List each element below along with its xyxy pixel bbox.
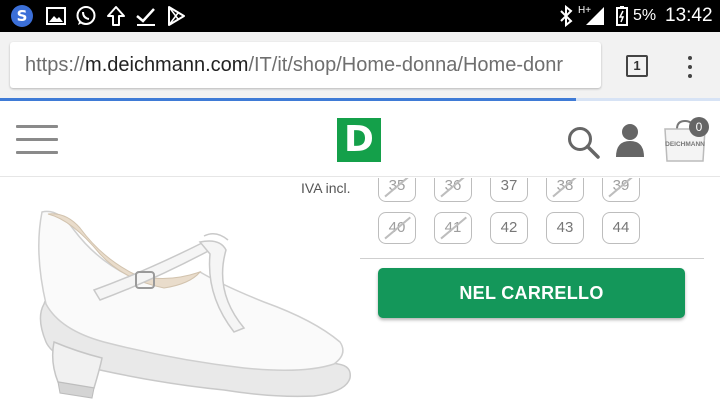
bluetooth-icon [560,4,573,28]
deichmann-logo[interactable]: D [337,118,381,162]
product-image[interactable] [14,192,359,404]
svg-text:S: S [17,7,28,25]
user-account-icon[interactable] [614,123,646,157]
product-detail: IVA incl. 35 36 37 38 39 40 41 42 43 44 NEL CARRE… [0,178,720,404]
check-icon [136,8,155,26]
size-option[interactable]: 40 [378,212,416,244]
url-host: m.deichmann.com [85,54,249,76]
play-store-icon [168,6,185,26]
size-option[interactable]: 36 [434,178,472,202]
whatsapp-icon [76,6,96,25]
size-option[interactable]: 43 [546,212,584,244]
search-icon[interactable] [565,124,601,160]
browser-toolbar: https://m.deichmann.com/IT/it/shop/Home-… [0,32,720,98]
battery-percent: 5% [633,7,657,24]
site-header: D DEICHMANN [0,101,720,177]
add-to-cart-button[interactable]: NEL CARRELLO [378,268,685,318]
clock: 13:42 [665,5,713,26]
size-option[interactable]: 44 [602,212,640,244]
size-option[interactable]: 39 [602,178,640,202]
size-option[interactable]: 35 [378,178,416,202]
battery-icon [616,6,628,26]
size-option[interactable]: 41 [434,212,472,244]
size-option[interactable]: 42 [490,212,528,244]
size-option[interactable]: 37 [490,178,528,202]
bag-brand-text: DEICHMANN [665,141,705,148]
upload-icon [107,6,125,26]
url-scheme: https:// [25,54,86,76]
status-bar: S H+ 5% 13:42 [0,0,720,32]
tab-switcher-button[interactable]: 1 [626,55,648,77]
hamburger-menu-icon[interactable] [16,125,58,155]
signal-icon [586,7,604,25]
size-option[interactable]: 38 [546,178,584,202]
gallery-icon [46,7,66,25]
overflow-menu-icon[interactable] [682,54,698,80]
url-path: /IT/it/shop/Home-donna/Home-donr [248,54,564,76]
cart-count-badge: 0 [689,117,709,137]
divider [360,258,704,259]
s-app-icon: S [11,5,33,27]
url-field[interactable]: https://m.deichmann.com/IT/it/shop/Home-… [10,42,601,88]
